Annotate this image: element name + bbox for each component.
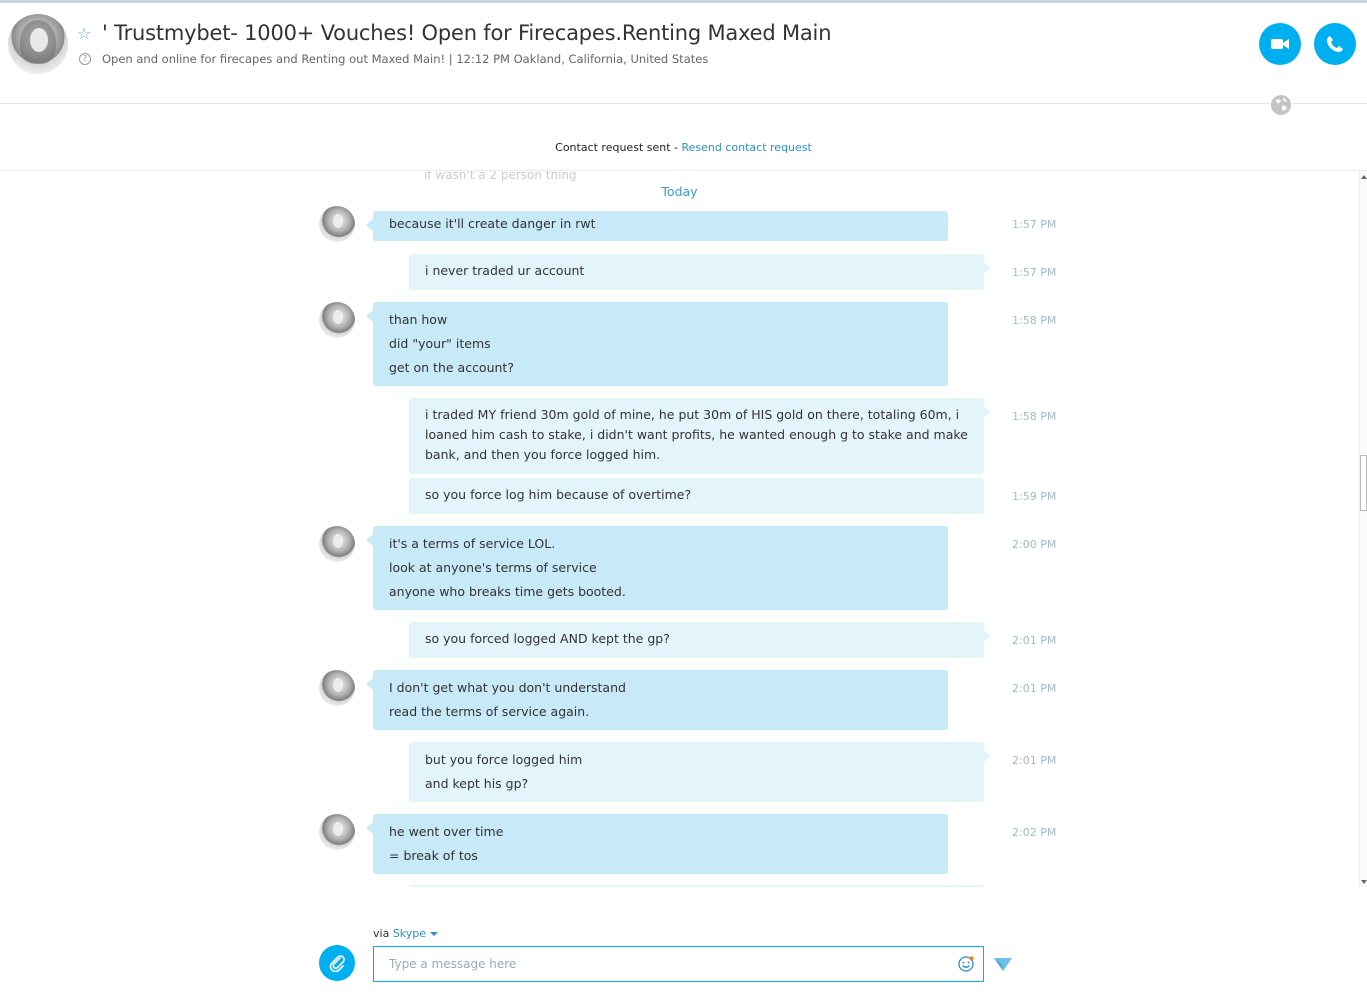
send-via-selector[interactable]: via Skype xyxy=(373,927,439,940)
message-bubble[interactable]: so you forced logged AND kept the gp? xyxy=(409,622,991,658)
conversation-scrollbar[interactable] xyxy=(1359,171,1367,887)
message-timestamp: 1:58 PM xyxy=(1012,410,1057,423)
video-camera-icon xyxy=(1271,39,1289,49)
message-bubble[interactable]: I don't get what you don't understand re… xyxy=(366,670,948,730)
message-text: because it'll create danger in rwt xyxy=(389,216,596,231)
bubble-tail xyxy=(366,310,373,322)
message-text: so you forced logged AND kept the gp? xyxy=(425,631,670,646)
contact-request-notice: Contact request sent - Resend contact re… xyxy=(0,141,1367,154)
message-text: read the terms of service again. xyxy=(389,704,590,719)
service-name[interactable]: Skype xyxy=(393,927,426,940)
message-timestamp: 2:00 PM xyxy=(1012,538,1057,551)
message-bubble[interactable]: because it'll create danger in rwt xyxy=(366,211,948,241)
scrollbar-thumb[interactable] xyxy=(1360,455,1367,511)
star-icon[interactable]: ☆ xyxy=(77,26,93,42)
avatar-face xyxy=(333,678,343,692)
message-text: get on the account? xyxy=(389,360,514,375)
message-bubble[interactable]: than how did "your" items get on the acc… xyxy=(366,302,948,386)
message-timestamp: 2:01 PM xyxy=(1012,634,1057,647)
message-timestamp: 2:02 PM xyxy=(1012,826,1057,839)
message-text: so you force log him because of overtime… xyxy=(425,487,692,502)
bubble-tail xyxy=(366,822,373,834)
sender-avatar[interactable] xyxy=(319,302,355,338)
sender-avatar[interactable] xyxy=(319,206,355,242)
globe-icon[interactable] xyxy=(1270,94,1292,116)
message-timestamp: 1:59 PM xyxy=(1012,490,1057,503)
message-timestamp: 1:57 PM xyxy=(1012,266,1057,279)
scroll-down-arrow-icon[interactable] xyxy=(1361,880,1367,884)
message-text: I don't get what you don't understand xyxy=(389,680,626,695)
message-text: = break of tos xyxy=(389,848,478,863)
avatar-face xyxy=(333,310,343,324)
message-timestamp: 2:01 PM xyxy=(1012,682,1057,695)
emoji-icon[interactable] xyxy=(957,955,975,973)
message-text: and kept his gp? xyxy=(425,776,529,791)
contact-request-text: Contact request sent - xyxy=(555,141,682,154)
bubble-tail xyxy=(366,219,373,231)
message-bubble[interactable]: he went over time = break of tos xyxy=(366,814,948,874)
avatar-face xyxy=(333,214,343,228)
contact-avatar[interactable] xyxy=(8,14,68,74)
message-bubble[interactable]: i traded MY friend 30m gold of mine, he … xyxy=(409,398,991,474)
message-timestamp: 1:57 PM xyxy=(1012,218,1057,231)
message-text: anyone who breaks time gets booted. xyxy=(389,584,626,599)
video-call-button[interactable] xyxy=(1259,23,1301,65)
message-bubble[interactable]: but you force logged him and kept his gp… xyxy=(409,742,991,802)
avatar-face xyxy=(333,534,343,548)
message-timestamp: 1:58 PM xyxy=(1012,314,1057,327)
message-text: look at anyone's terms of service xyxy=(389,560,597,575)
message-bubble[interactable]: so you force log him because of overtime… xyxy=(409,478,984,514)
message-text: did "your" items xyxy=(389,336,491,351)
message-text: i traded MY friend 30m gold of mine, he … xyxy=(425,407,968,462)
sender-avatar[interactable] xyxy=(319,526,355,562)
chat-header: ☆ ' Trustmybet- 1000+ Vouches! Open for … xyxy=(0,3,1367,103)
header-divider xyxy=(0,103,1367,104)
message-bubble[interactable]: it's a terms of service LOL. look at any… xyxy=(366,526,948,610)
bubble-tail xyxy=(984,630,991,642)
conversation-history[interactable]: if wasn't a 2 person thing Today because… xyxy=(0,171,1359,887)
bubble-tail xyxy=(984,750,991,762)
sender-avatar[interactable] xyxy=(319,670,355,706)
message-text: it's a terms of service LOL. xyxy=(389,536,556,551)
bubble-tail xyxy=(366,678,373,690)
day-separator: Today xyxy=(661,184,698,199)
send-icon[interactable] xyxy=(993,955,1013,973)
audio-call-button[interactable] xyxy=(1314,23,1356,65)
bubble-tail xyxy=(366,534,373,546)
message-input[interactable] xyxy=(373,946,984,982)
avatar-face xyxy=(333,822,343,836)
bubble-tail xyxy=(984,262,991,274)
message-text: he went over time xyxy=(389,824,504,839)
sender-avatar[interactable] xyxy=(319,814,355,850)
attach-file-button[interactable] xyxy=(319,945,355,981)
message-bubble[interactable]: i never traded ur account xyxy=(409,254,991,290)
chevron-down-icon[interactable] xyxy=(430,932,439,936)
paperclip-icon xyxy=(329,955,345,972)
mood-message: Open and online for firecapes and Rentin… xyxy=(102,52,709,66)
faded-previous-message: if wasn't a 2 person thing xyxy=(424,171,577,182)
help-icon[interactable]: ? xyxy=(79,53,91,65)
message-bubble-partial[interactable] xyxy=(409,885,984,887)
avatar-face xyxy=(30,28,48,52)
message-text: but you force logged him xyxy=(425,752,583,767)
phone-icon xyxy=(1327,36,1343,52)
message-timestamp: 2:01 PM xyxy=(1012,754,1057,767)
chat-title[interactable]: ' Trustmybet- 1000+ Vouches! Open for Fi… xyxy=(102,21,832,45)
via-label: via xyxy=(373,927,393,940)
resend-contact-request-link[interactable]: Resend contact request xyxy=(682,141,812,154)
bubble-tail xyxy=(984,406,991,418)
message-text: than how xyxy=(389,312,448,327)
message-text: i never traded ur account xyxy=(425,263,585,278)
scroll-up-arrow-icon[interactable] xyxy=(1361,175,1367,179)
